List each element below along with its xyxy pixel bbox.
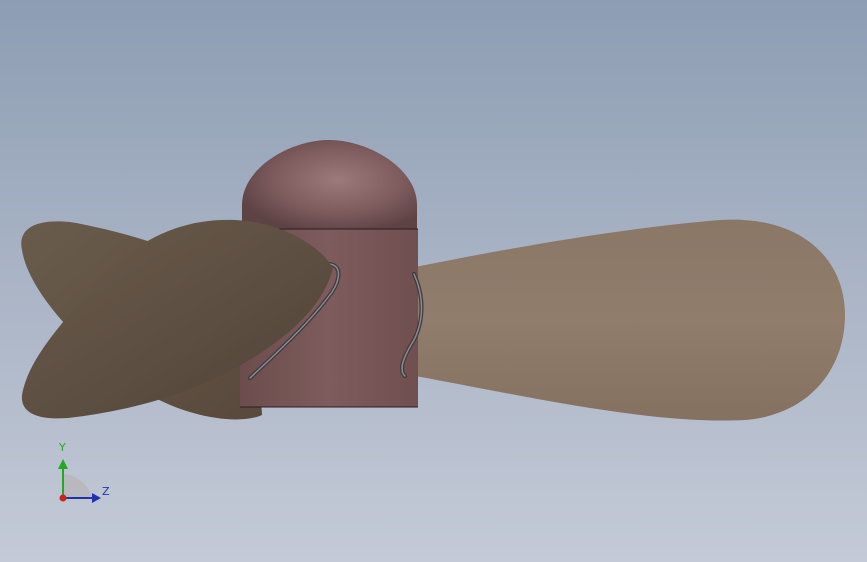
graphics-viewport[interactable]: Y Z [0, 0, 867, 562]
y-axis-label: Y [59, 441, 66, 454]
propeller-model[interactable] [0, 0, 867, 562]
y-axis-arrow [58, 459, 68, 469]
orientation-triad[interactable]: Y Z [48, 438, 118, 510]
blade-right [410, 219, 845, 421]
x-axis-dot [59, 494, 67, 502]
z-axis-arrow [92, 493, 101, 503]
z-axis-label: Z [102, 485, 110, 498]
triad-plane [63, 474, 92, 498]
hub-cap [242, 140, 417, 229]
